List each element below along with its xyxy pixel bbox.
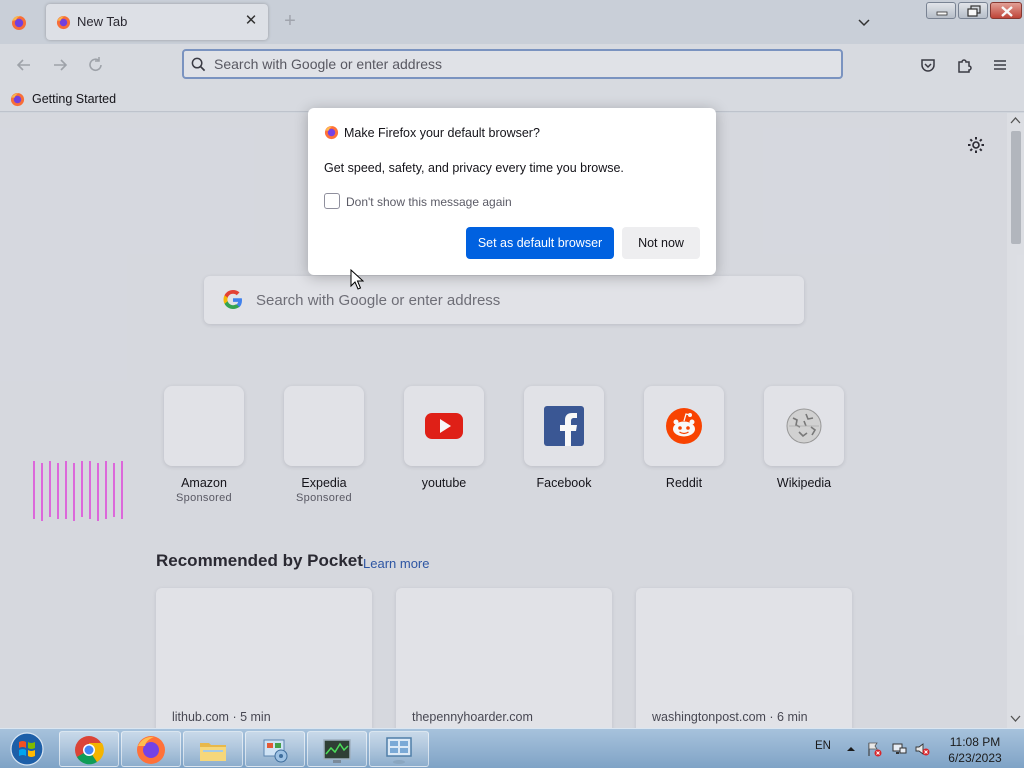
firefox-logo-icon — [324, 125, 339, 140]
volume-muted-icon[interactable] — [914, 741, 930, 757]
file-explorer-icon — [200, 743, 226, 761]
dialog-message: Get speed, safety, and privacy every tim… — [324, 161, 624, 175]
dont-show-again-label[interactable]: Don't show this message again — [346, 195, 512, 209]
action-center-flag-icon[interactable] — [866, 741, 882, 757]
taskbar-file-explorer[interactable] — [183, 731, 243, 767]
not-now-button[interactable]: Not now — [622, 227, 700, 259]
remote-desktop-icon — [386, 737, 412, 764]
clock-date: 6/23/2023 — [948, 751, 1002, 765]
task-manager-icon — [323, 739, 351, 763]
firefox-icon — [137, 736, 165, 764]
network-icon[interactable] — [891, 741, 907, 757]
control-panel-icon — [263, 739, 288, 763]
taskbar-firefox[interactable] — [121, 731, 181, 767]
show-hidden-icons-arrow-icon[interactable] — [843, 741, 859, 757]
clock-time: 11:08 PM — [949, 735, 1001, 749]
dont-show-again-checkbox[interactable] — [324, 193, 340, 209]
taskbar-task-manager[interactable] — [307, 731, 367, 767]
taskbar-remote-desktop[interactable] — [369, 731, 429, 767]
taskbar-chrome[interactable] — [59, 731, 119, 767]
windows-taskbar: EN 11:08 PM 6/23/2023 — [0, 728, 1024, 768]
set-default-browser-button[interactable]: Set as default browser — [466, 227, 614, 259]
language-indicator[interactable]: EN — [815, 740, 831, 752]
taskbar-control-panel[interactable] — [245, 731, 305, 767]
start-button[interactable] — [5, 731, 49, 767]
chrome-icon — [75, 736, 104, 765]
dialog-title: Make Firefox your default browser? — [344, 126, 540, 140]
default-browser-dialog: Make Firefox your default browser? Get s… — [308, 108, 716, 275]
mouse-cursor-icon — [350, 269, 364, 290]
system-clock[interactable]: 11:08 PM 6/23/2023 — [934, 734, 1016, 766]
